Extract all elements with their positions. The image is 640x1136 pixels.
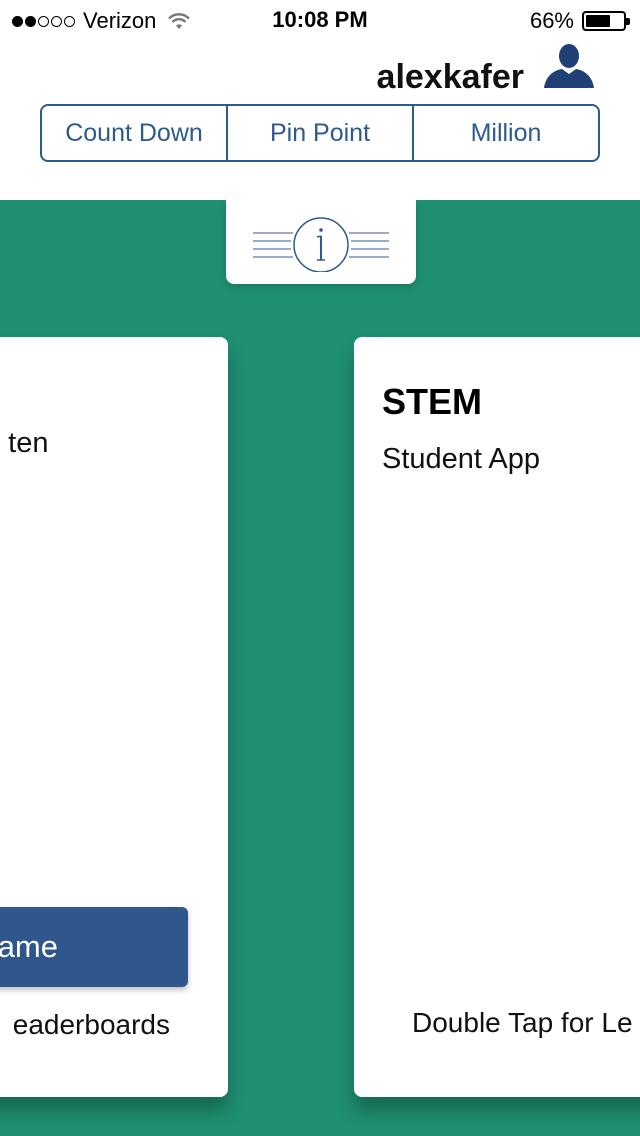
tab-million[interactable]: Million <box>414 106 598 160</box>
info-icon <box>253 217 389 272</box>
battery-icon <box>582 11 630 31</box>
card-subtitle: p ten <box>0 427 49 459</box>
status-bar: Verizon 10:08 PM 66% <box>0 0 640 40</box>
info-tab[interactable] <box>226 200 416 284</box>
battery-percent: 66% <box>529 8 574 33</box>
game-card-stem[interactable]: STEM Student App Double Tap for Le <box>354 337 640 1097</box>
app-header: alexkafer Count Down Pin Point Million <box>0 40 640 200</box>
content-area: p ten ame eaderboards STEM Student App D… <box>0 200 640 1136</box>
tab-count-down[interactable]: Count Down <box>42 106 228 160</box>
user-icon[interactable] <box>542 42 596 90</box>
username-label: alexkafer <box>376 58 524 96</box>
card-footer-hint: Double Tap for Le <box>412 1007 633 1038</box>
card-subtitle: Student App <box>382 443 541 475</box>
play-game-button[interactable]: ame <box>0 907 188 987</box>
game-mode-tabs: Count Down Pin Point Million <box>40 104 600 162</box>
battery-level-fill <box>586 15 610 27</box>
card-footer-leaderboards[interactable]: eaderboards <box>0 1009 170 1041</box>
card-title: STEM <box>382 381 483 422</box>
status-right: 66% <box>529 8 630 34</box>
tab-pin-point[interactable]: Pin Point <box>228 106 414 160</box>
game-card-left[interactable]: p ten ame eaderboards <box>0 337 228 1097</box>
